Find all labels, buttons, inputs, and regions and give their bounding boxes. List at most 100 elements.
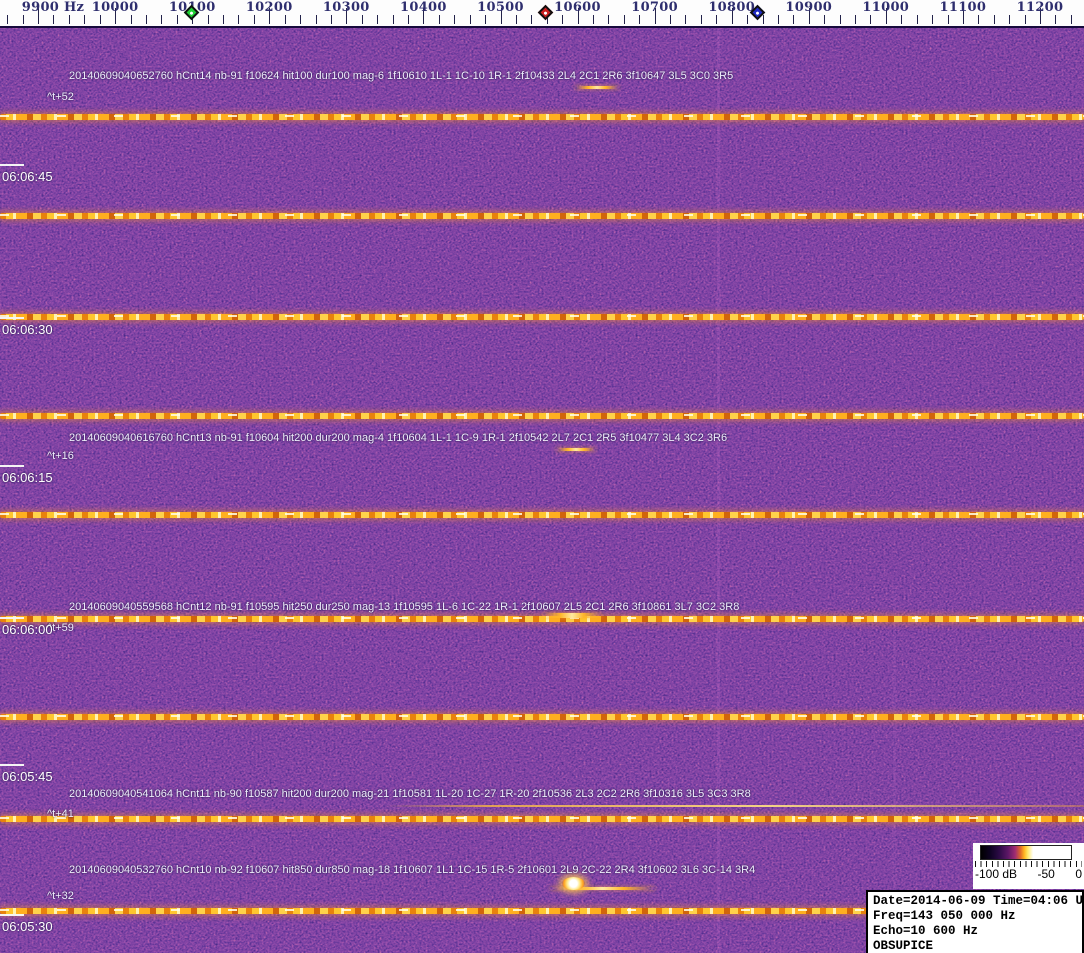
ruler-tick	[99, 15, 101, 24]
ruler-frequency-label: 10500	[477, 0, 524, 15]
time-label: 06:06:30	[2, 322, 53, 337]
ruler-tick	[747, 15, 749, 24]
ruler-tick	[515, 15, 517, 24]
detection-time-caret: ^t+32	[47, 890, 74, 902]
ruler-frequency-label: 11200	[1016, 0, 1064, 15]
ruler-tick	[608, 15, 610, 24]
ruler-tick	[22, 15, 24, 24]
color-scale-max-label: 0	[1075, 867, 1082, 881]
spectrogram-app-window: 9900 Hz100001010010200103001040010500106…	[0, 0, 1084, 953]
detection-annotation: 20140609040559568 hCnt12 nb-91 f10595 hi…	[69, 601, 740, 613]
ruler-tick	[438, 15, 440, 24]
carrier-band	[0, 512, 1084, 518]
time-label: 06:05:45	[2, 769, 53, 784]
ruler-tick	[855, 15, 856, 24]
ruler-tick	[253, 15, 255, 24]
time-axis-tick	[0, 164, 24, 166]
ruler-frequency-label: 10400	[400, 0, 447, 15]
carrier-band	[0, 314, 1084, 320]
ruler-frequency-label: 10700	[631, 0, 678, 15]
ruler-frequency-label: 10600	[554, 0, 601, 15]
marker-center-dot	[755, 10, 760, 15]
color-scale: -100 dB -50 0	[973, 843, 1084, 889]
red-frequency-marker[interactable]	[537, 4, 554, 21]
time-axis-tick	[0, 465, 24, 467]
ruler-tick	[7, 15, 9, 24]
carrier-band	[0, 816, 1084, 822]
ruler-tick	[1024, 15, 1026, 24]
ruler-tick	[469, 15, 471, 24]
ruler-tick	[593, 15, 594, 24]
time-axis-tick	[0, 317, 24, 319]
detection-time-caret: ^t+41	[47, 808, 74, 820]
spectrogram-noise-texture	[0, 28, 1084, 953]
detection-time-caret: ^t+52	[47, 91, 74, 103]
ruler-tick	[53, 15, 55, 24]
color-scale-min-label: -100 dB	[975, 867, 1018, 881]
ruler-tick	[300, 15, 302, 24]
ruler-tick	[685, 15, 687, 24]
ruler-tick	[238, 15, 240, 24]
ruler-tick	[361, 15, 363, 24]
ruler-tick	[176, 15, 178, 24]
ruler-tick	[901, 15, 903, 24]
ruler-tick	[454, 15, 456, 24]
ruler-tick	[839, 15, 841, 24]
ruler-tick	[947, 15, 949, 24]
ruler-tick	[762, 15, 764, 24]
ruler-tick	[639, 15, 641, 24]
detection-annotation: 20140609040652760 hCnt14 nb-91 f10624 hi…	[69, 70, 734, 82]
ruler-tick	[700, 15, 702, 24]
info-station-line: OBSUPICE	[873, 939, 934, 953]
time-label: 06:05:30	[2, 919, 53, 934]
ruler-tick	[777, 15, 779, 24]
detection-annotation: 20140609040541064 hCnt11 nb-90 f10587 hi…	[69, 788, 751, 800]
ruler-tick	[716, 15, 718, 24]
ruler-tick	[932, 15, 934, 24]
info-freq-line: Freq=143 050 000 Hz	[873, 909, 1016, 923]
carrier-band	[0, 714, 1084, 720]
ruler-tick	[562, 15, 564, 24]
time-axis-tick	[0, 914, 24, 916]
vertical-interference-line	[717, 28, 720, 953]
carrier-band	[0, 616, 1084, 622]
marker-center-dot	[543, 10, 548, 15]
carrier-band	[0, 213, 1084, 219]
ruler-tick	[1009, 15, 1011, 24]
meteor-echo-blob	[562, 877, 585, 890]
ruler-tick	[1055, 15, 1057, 24]
ruler-tick	[330, 15, 332, 24]
meteor-echo-streak	[543, 613, 601, 618]
ruler-frequency-label: 10200	[245, 0, 293, 15]
detection-time-caret: ^t+16	[47, 450, 74, 462]
ruler-frequency-label: 11100	[939, 0, 987, 15]
ruler-frequency-label: 9900 Hz	[21, 0, 85, 15]
ruler-tick	[284, 15, 286, 24]
ruler-frequency-label: 10000	[91, 0, 139, 15]
time-axis-tick	[0, 617, 24, 619]
meteor-echo-streak	[575, 86, 619, 89]
time-axis-tick	[0, 764, 24, 766]
ruler-tick	[145, 15, 147, 24]
meteor-echo-streak	[556, 448, 596, 451]
ruler-frequency-label: 11000	[862, 0, 910, 15]
time-label: 06:06:15	[2, 470, 53, 485]
marker-center-dot	[189, 10, 194, 15]
ruler-tick	[978, 15, 980, 24]
carrier-band	[0, 114, 1084, 120]
ruler-tick	[1070, 15, 1072, 24]
time-label: 06:06:45	[2, 169, 53, 184]
spectrogram: 20140609040652760 hCnt14 nb-91 f10624 hi…	[0, 28, 1084, 953]
ruler-frequency-label: 10800	[708, 0, 756, 15]
ruler-tick	[68, 15, 70, 24]
ruler-tick	[531, 15, 533, 24]
ruler-tick	[315, 15, 317, 24]
ruler-frequency-label: 10900	[785, 0, 833, 15]
ruler-tick	[392, 15, 394, 24]
ruler-tick	[870, 15, 872, 24]
color-scale-mid-label: -50	[1037, 867, 1055, 881]
ruler-tick	[161, 15, 163, 24]
detection-annotation: 20140609040532760 hCnt10 nb-92 f10607 hi…	[69, 864, 756, 876]
ruler-tick	[84, 15, 86, 24]
info-box: Date=2014-06-09 Time=04:06 UTC Freq=143 …	[866, 890, 1084, 953]
